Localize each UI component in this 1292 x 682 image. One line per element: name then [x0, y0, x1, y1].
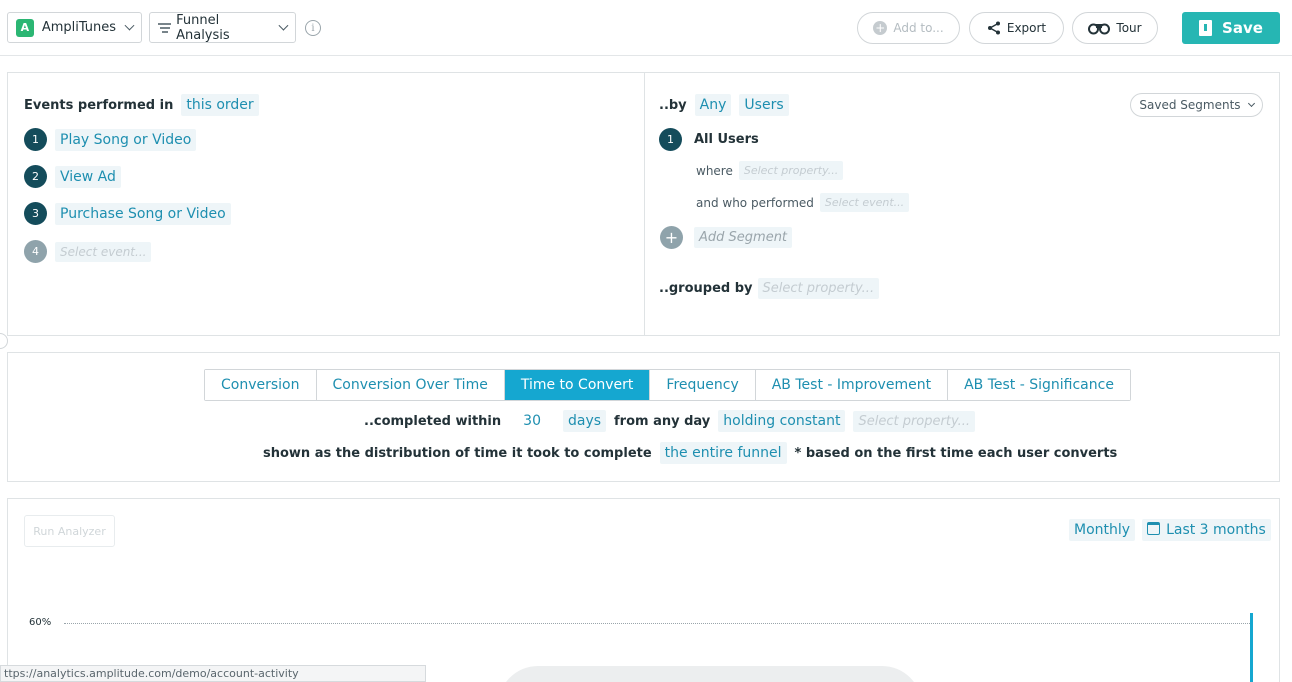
who-performed-row: and who performed Select event... [696, 193, 910, 212]
users-chip[interactable]: Users [739, 94, 789, 116]
tab-conversion[interactable]: Conversion [205, 370, 317, 400]
event-number-badge: 3 [24, 202, 47, 225]
binoculars-icon [1088, 23, 1111, 35]
tab-ab-test-significance[interactable]: AB Test - Significance [948, 370, 1130, 400]
holding-property-field[interactable]: Select property... [853, 410, 976, 432]
tab-ab-test-improvement[interactable]: AB Test - Improvement [755, 370, 949, 400]
who-performed-label: and who performed [696, 195, 814, 210]
first-conversion-note: * based on the first time each user conv… [794, 445, 1118, 461]
where-label: where [696, 163, 733, 178]
event-item-2: 2 View Ad [24, 165, 121, 188]
grouped-by-label: ..grouped by [659, 281, 753, 296]
event-chip[interactable]: Purchase Song or Video [55, 202, 231, 225]
app-name: AmpliTunes [41, 20, 117, 35]
add-circle-icon[interactable]: + [660, 226, 683, 249]
days-unit-chip[interactable]: days [562, 410, 607, 432]
add-to-button[interactable]: + Add to... [857, 12, 960, 44]
event-chip[interactable]: Play Song or Video [55, 128, 197, 151]
event-item-placeholder: 4 Select event... [24, 240, 152, 263]
event-item-1: 1 Play Song or Video [24, 128, 197, 151]
grouped-by-row: ..grouped by Select property... [659, 278, 880, 299]
chart-bar[interactable] [1250, 613, 1253, 682]
save-doc-icon [1199, 20, 1213, 36]
event-number-badge: 4 [24, 240, 47, 263]
chart-controls: Monthly Last 3 months [1069, 519, 1271, 541]
where-row: where Select property... [696, 161, 844, 180]
events-title: Events performed in [24, 97, 174, 113]
segment-item-1: 1 All Users [659, 128, 759, 151]
segment-name[interactable]: All Users [694, 132, 759, 147]
export-button[interactable]: Export [969, 12, 1064, 44]
segment-number-badge: 1 [659, 128, 682, 151]
by-label: ..by [659, 97, 687, 113]
where-property-field[interactable]: Select property... [738, 161, 844, 180]
any-chip[interactable]: Any [694, 94, 732, 116]
funnel-icon [158, 22, 172, 33]
chevron-down-icon [278, 20, 289, 31]
y-axis-tick-label: 60% [29, 617, 52, 628]
analysis-tabs: Conversion Conversion Over Time Time to … [204, 369, 1131, 401]
saved-segments-dropdown[interactable]: Saved Segments [1130, 93, 1263, 117]
save-label: Save [1222, 19, 1263, 37]
shown-as-label: shown as the distribution of time it too… [263, 445, 652, 461]
event-number-badge: 1 [24, 128, 47, 151]
save-button[interactable]: Save [1182, 12, 1280, 44]
holding-constant-chip[interactable]: holding constant [718, 410, 846, 432]
funnel-scope-chip[interactable]: the entire funnel [659, 442, 787, 464]
app-selector-dropdown[interactable]: A AmpliTunes [7, 12, 142, 43]
completed-within-row: ..completed within 30 days from any day … [364, 410, 976, 432]
events-header: Events performed in this order [24, 94, 259, 116]
chevron-down-icon [1247, 99, 1255, 107]
add-to-label: Add to... [893, 21, 944, 35]
date-range-chip[interactable]: Last 3 months [1142, 519, 1271, 541]
event-chip[interactable]: View Ad [55, 165, 121, 188]
tour-button[interactable]: Tour [1072, 12, 1158, 44]
select-event-field[interactable]: Select event... [55, 241, 152, 262]
chart-type-label: Funnel Analysis [176, 12, 230, 43]
add-segment-button[interactable]: Add Segment [694, 227, 793, 248]
info-icon[interactable]: i [305, 20, 321, 36]
days-input[interactable]: 30 [509, 410, 555, 432]
from-any-day-label: from any day [614, 413, 711, 429]
grouped-by-property-field[interactable]: Select property... [757, 278, 880, 299]
event-item-3: 3 Purchase Song or Video [24, 202, 231, 225]
app-badge-icon: A [16, 18, 34, 37]
chart-gridline [64, 623, 1252, 624]
add-segment-row[interactable]: + Add Segment [660, 226, 793, 249]
date-range-label: Last 3 months [1166, 522, 1266, 538]
loading-placeholder [498, 666, 922, 682]
shown-as-row: shown as the distribution of time it too… [263, 442, 1117, 464]
tab-conversion-over-time[interactable]: Conversion Over Time [316, 370, 505, 400]
tour-label: Tour [1116, 21, 1142, 35]
top-toolbar: A AmpliTunes Funnel Analysis i + Add to.… [0, 0, 1292, 56]
segment-header: ..by Any Users [659, 94, 789, 116]
status-bar-url: ttps://analytics.amplitude.com/demo/acco… [0, 665, 426, 682]
tab-time-to-convert[interactable]: Time to Convert [504, 370, 651, 400]
who-performed-event-field[interactable]: Select event... [819, 193, 910, 212]
share-icon [987, 21, 1000, 35]
chart-type-dropdown[interactable]: Funnel Analysis [149, 12, 296, 43]
plus-circle-icon: + [873, 21, 888, 35]
export-label: Export [1006, 21, 1047, 35]
calendar-icon [1147, 522, 1161, 535]
panel-divider [644, 73, 645, 335]
run-analyzer-button[interactable]: Run Analyzer [24, 515, 115, 547]
completed-within-label: ..completed within [364, 413, 502, 429]
interval-chip[interactable]: Monthly [1069, 519, 1136, 541]
event-number-badge: 2 [24, 165, 47, 188]
chevron-down-icon [124, 20, 135, 31]
order-chip[interactable]: this order [181, 94, 259, 116]
saved-segments-label: Saved Segments [1139, 98, 1241, 112]
tab-frequency[interactable]: Frequency [650, 370, 756, 400]
